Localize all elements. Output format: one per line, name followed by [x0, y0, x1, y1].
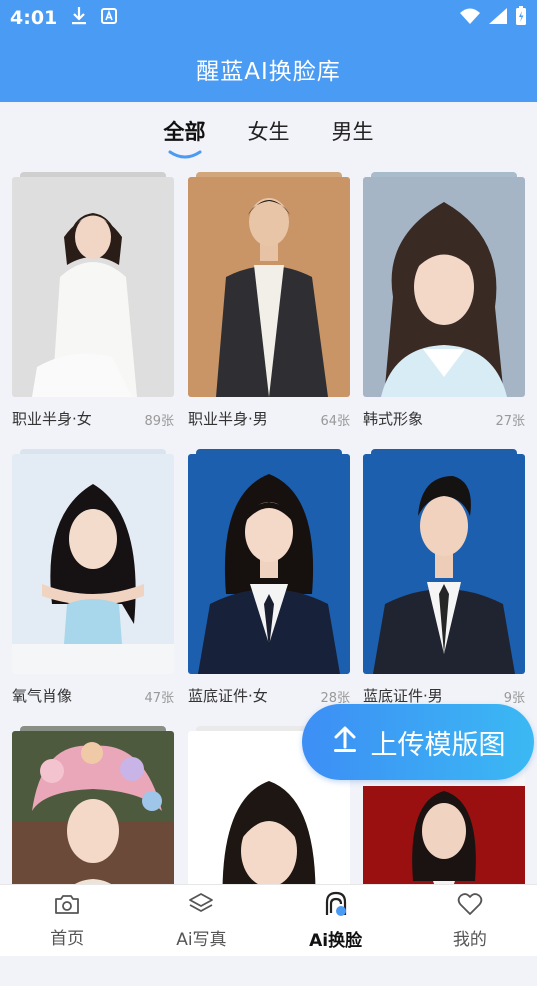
tab-label: 女生 [247, 120, 290, 144]
template-count: 27张 [495, 414, 525, 429]
upload-icon [331, 725, 359, 760]
tab-label: 男生 [331, 120, 374, 144]
nav-label: 我的 [452, 929, 487, 950]
nav-home[interactable]: 首页 [0, 885, 134, 956]
template-card[interactable]: 蓝底证件·男 9张 [363, 449, 525, 709]
nav-label: Ai换脸 [309, 930, 363, 951]
upload-button-label: 上传模版图 [370, 729, 506, 761]
template-card[interactable]: 蓝底证件·女 28张 [188, 449, 350, 709]
template-count: 89张 [144, 414, 174, 429]
bottom-nav: 首页 Ai写真 Ai换脸 我的 [0, 884, 537, 956]
heart-icon [457, 892, 483, 921]
app-bar: 醒蓝AI换脸库 [0, 36, 537, 102]
layers-icon [188, 892, 214, 921]
nav-ai-faceswap[interactable]: Ai换脸 [269, 885, 403, 956]
nav-ai-photo[interactable]: Ai写真 [134, 885, 268, 956]
template-card[interactable]: 职业半身·女 89张 [12, 172, 174, 432]
app-notification-icon [101, 8, 118, 28]
nav-label: 首页 [50, 928, 85, 949]
tab-all[interactable]: 全部 [163, 116, 206, 159]
tab-male[interactable]: 男生 [332, 116, 374, 152]
template-image [363, 177, 525, 397]
template-image [12, 177, 174, 397]
status-time: 4:01 [10, 7, 58, 29]
template-card[interactable]: 氧气肖像 47张 [12, 449, 174, 709]
battery-icon [515, 6, 527, 30]
template-count: 47张 [144, 691, 174, 706]
wifi-icon [459, 7, 481, 29]
tab-label: 全部 [163, 120, 206, 144]
template-name: 蓝底证件·女 [188, 687, 268, 705]
template-card[interactable]: 韩式形象 27张 [363, 172, 525, 432]
template-image [12, 454, 174, 674]
signal-icon [488, 7, 508, 29]
camera-icon [54, 893, 80, 920]
template-count: 64张 [320, 414, 350, 429]
face-swap-icon [323, 891, 349, 922]
page-title: 醒蓝AI换脸库 [196, 59, 341, 85]
nav-label: Ai写真 [176, 929, 227, 950]
template-card[interactable]: 职业半身·男 64张 [188, 172, 350, 432]
upload-template-button[interactable]: 上传模版图 [302, 704, 534, 780]
template-name: 职业半身·男 [188, 410, 268, 428]
download-icon [71, 6, 87, 30]
template-image [188, 454, 350, 674]
tab-female[interactable]: 女生 [248, 116, 290, 152]
template-image [188, 177, 350, 397]
template-count: 9张 [503, 691, 525, 706]
template-name: 氧气肖像 [12, 687, 73, 705]
template-image [363, 454, 525, 674]
template-name: 蓝底证件·男 [363, 687, 443, 705]
nav-mine[interactable]: 我的 [403, 885, 537, 956]
category-tabs: 全部 女生 男生 [0, 102, 537, 166]
status-bar: 4:01 [0, 0, 537, 36]
tab-active-indicator [168, 150, 201, 159]
template-name: 职业半身·女 [12, 410, 92, 428]
template-name: 韩式形象 [363, 410, 424, 428]
